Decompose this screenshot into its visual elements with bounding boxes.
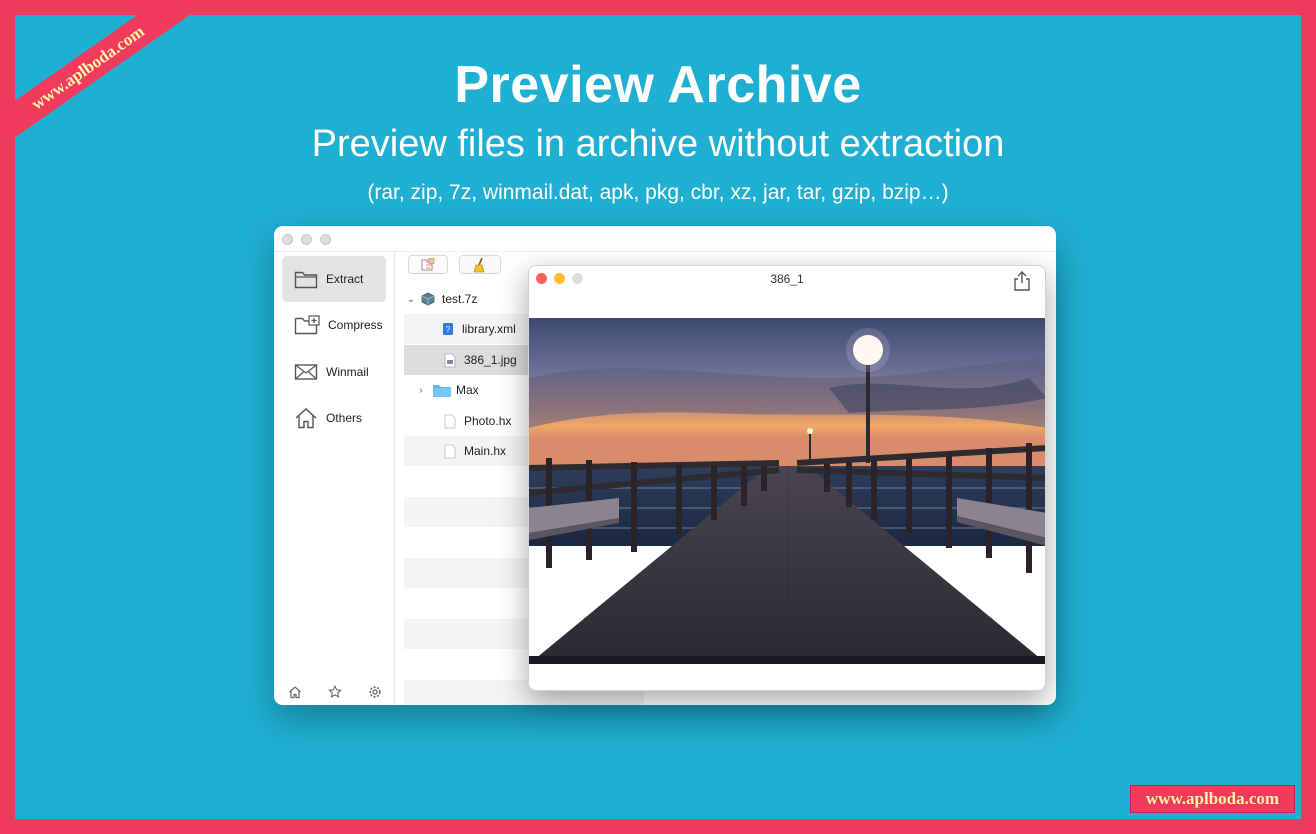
- share-icon[interactable]: [1013, 271, 1031, 291]
- gear-icon[interactable]: [368, 685, 382, 699]
- home-icon[interactable]: [288, 685, 302, 699]
- sidebar-item-label: Extract: [326, 272, 364, 286]
- app-titlebar: [274, 226, 1056, 252]
- archive-icon: [421, 292, 435, 306]
- xml-file-icon: ?: [443, 323, 453, 335]
- star-icon[interactable]: [328, 685, 342, 699]
- sidebar-item-compress[interactable]: Compress: [282, 302, 386, 348]
- tree-item-label: 386_1.jpg: [464, 353, 517, 367]
- preview-title: 386_1: [770, 272, 804, 286]
- quicklook-preview-window: 386_1: [528, 265, 1046, 691]
- tree-root-label: test.7z: [442, 292, 478, 306]
- sidebar-item-others[interactable]: Others: [282, 395, 386, 441]
- promo-canvas: Preview Archive Preview files in archive…: [15, 15, 1301, 819]
- pier-sunset-photo: [529, 318, 1045, 664]
- close-button[interactable]: [282, 234, 293, 245]
- clean-icon: [473, 257, 485, 272]
- house-icon: [295, 408, 317, 429]
- folder-plus-icon: [294, 315, 320, 335]
- file-icon: [444, 414, 456, 428]
- sidebar-item-label: Winmail: [326, 365, 369, 379]
- subheadline: Preview files in archive without extract…: [311, 123, 1005, 165]
- zoom-button[interactable]: [320, 234, 331, 245]
- sidebar: Extract Compress Winmail Others: [274, 252, 395, 705]
- folder-icon: [294, 271, 318, 289]
- sidebar-footer: [288, 685, 382, 699]
- tree-item-label: Max: [456, 383, 479, 397]
- window-controls: [282, 234, 331, 245]
- tree-item-label: Main.hx: [464, 444, 507, 458]
- headline: Preview Archive: [454, 56, 862, 114]
- sidebar-item-extract[interactable]: Extract: [282, 256, 386, 302]
- extract-icon: [421, 257, 435, 270]
- tree-item-label: Photo.hx: [464, 414, 512, 428]
- image-file-icon: [444, 353, 456, 367]
- folder-icon: [433, 385, 451, 397]
- envelope-icon: [294, 364, 318, 380]
- chevron-down-icon[interactable]: ⌄: [404, 294, 418, 305]
- minimize-button[interactable]: [301, 234, 312, 245]
- svg-text:?: ?: [446, 325, 451, 334]
- supported-formats: (rar, zip, 7z, winmail.dat, apk, pkg, cb…: [367, 181, 949, 204]
- watermark-box: www.aplboda.com: [1130, 785, 1295, 813]
- file-icon: [444, 444, 456, 458]
- extract-tool-button[interactable]: [408, 255, 448, 274]
- sidebar-item-label: Compress: [328, 318, 383, 332]
- sidebar-item-winmail[interactable]: Winmail: [282, 349, 386, 395]
- chevron-right-icon[interactable]: ›: [404, 385, 428, 396]
- clean-tool-button[interactable]: [459, 255, 501, 274]
- tree-item-label: library.xml: [462, 322, 516, 336]
- sidebar-item-label: Others: [326, 411, 363, 425]
